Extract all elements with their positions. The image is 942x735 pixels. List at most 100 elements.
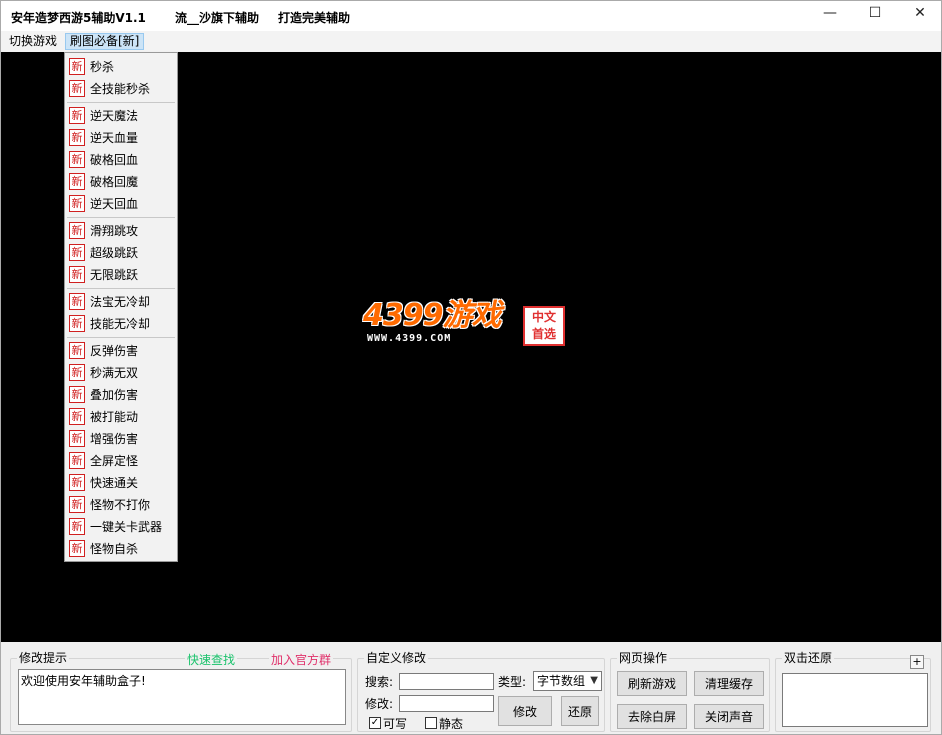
dropdown-item[interactable]: 新逆天血量 [69,127,138,147]
new-badge-icon: 新 [69,363,85,381]
web-ops-group: 网页操作 刷新游戏 清理缓存 去除白屏 关闭声音 [610,651,770,732]
new-badge-icon: 新 [69,385,85,403]
new-badge-icon: 新 [69,150,85,168]
modify-button[interactable]: 修改 [498,696,552,726]
menu-brush-essentials[interactable]: 刷图必备[新] [65,33,145,50]
close-icon: ✕ [914,5,926,21]
bottom-panel: 修改提示 快速查找 加入官方群 欢迎使用安年辅助盒子! 自定义修改 搜索: 类型… [0,642,942,735]
dropdown-item[interactable]: 新破格回血 [69,149,138,169]
dropdown-item[interactable]: 新逆天魔法 [69,105,138,125]
search-input[interactable] [399,673,494,690]
dropdown-item-label: 怪物自杀 [90,541,139,556]
restore-button[interactable]: 还原 [561,696,599,726]
menu-switch-game[interactable]: 切换游戏 [5,33,61,50]
new-badge-icon: 新 [69,473,85,491]
new-badge-icon: 新 [69,172,85,190]
dropdown-item[interactable]: 新叠加伤害 [69,384,138,404]
logo-seal-text: 中文 首选 [531,310,556,341]
dropdown-item[interactable]: 新被打能动 [69,406,138,426]
restore-group-title: 双击还原 [782,651,835,665]
new-badge-icon: 新 [69,341,85,359]
dropdown-separator [67,102,175,103]
new-badge-icon: 新 [69,128,85,146]
dropdown-separator [67,217,175,218]
dropdown-item[interactable]: 新快速通关 [69,472,138,492]
search-label: 搜索: [365,675,394,689]
new-badge-icon: 新 [69,57,85,75]
dropdown-item[interactable]: 新秒杀 [69,56,114,76]
writable-checkbox[interactable]: ✓ [369,717,381,729]
hint-textarea[interactable]: 欢迎使用安年辅助盒子! [18,669,346,725]
custom-mod-title: 自定义修改 [364,651,429,665]
join-group-link[interactable]: 加入官方群 [269,651,334,668]
dropdown-item[interactable]: 新滑翔跳攻 [69,220,138,240]
dropdown-item-label: 一键关卡武器 [90,519,163,534]
dropdown-separator [67,288,175,289]
web-ops-title: 网页操作 [617,651,670,665]
new-badge-icon: 新 [69,265,85,283]
new-badge-icon: 新 [69,79,85,97]
new-badge-icon: 新 [69,517,85,535]
dropdown-item[interactable]: 新全屏定怪 [69,450,138,470]
dropdown-item[interactable]: 新技能无冷却 [69,313,150,333]
maximize-icon: ☐ [868,5,882,21]
dropdown-item[interactable]: 新破格回魔 [69,171,138,191]
dropdown-item[interactable]: 新法宝无冷却 [69,291,150,311]
add-button[interactable]: + [910,655,924,669]
dropdown-item[interactable]: 新超级跳跃 [69,242,138,262]
check-icon: ✓ [370,717,380,728]
dropdown-item[interactable]: 新逆天回血 [69,193,138,213]
title-bar: 安年造梦西游5辅助V1.1 流__沙旗下辅助 打造完美辅助 — ☐ ✕ [0,0,942,31]
dropdown-item-label: 超级跳跃 [90,245,139,260]
clear-cache-button[interactable]: 清理缓存 [694,671,764,696]
dropdown-item-label: 秒杀 [90,59,115,74]
new-badge-icon: 新 [69,221,85,239]
type-select[interactable]: 字节数组 ▼ [533,671,602,691]
plus-icon: + [912,655,922,668]
new-badge-icon: 新 [69,429,85,447]
dropdown-item-label: 增强伤害 [90,431,139,446]
close-button[interactable]: ✕ [897,1,942,25]
hint-message: 欢迎使用安年辅助盒子! [21,674,146,688]
dropdown-item[interactable]: 新一键关卡武器 [69,516,162,536]
static-checkbox[interactable] [425,717,437,729]
dropdown-item-label: 叠加伤害 [90,387,139,402]
logo-seal: 中文 首选 [523,306,565,346]
dropdown-item[interactable]: 新怪物不打你 [69,494,150,514]
menu-bar: 切换游戏 刷图必备[新] [0,31,942,52]
dropdown-item-label: 逆天血量 [90,130,139,145]
mute-button[interactable]: 关闭声音 [694,704,764,729]
dropdown-item[interactable]: 新全技能秒杀 [69,78,150,98]
dropdown-item-label: 全屏定怪 [90,453,139,468]
new-badge-icon: 新 [69,106,85,124]
dropdown-item-label: 破格回血 [90,152,139,167]
type-label: 类型: [498,675,527,689]
remove-white-screen-button[interactable]: 去除白屏 [617,704,687,729]
dropdown-item-label: 快速通关 [90,475,139,490]
chevron-down-icon: ▼ [590,675,598,686]
minimize-button[interactable]: — [807,1,853,25]
dropdown-item-label: 技能无冷却 [90,316,151,331]
maximize-button[interactable]: ☐ [852,1,898,25]
type-selected: 字节数组 [537,674,586,688]
new-badge-icon: 新 [69,194,85,212]
dropdown-item[interactable]: 新无限跳跃 [69,264,138,284]
logo-url: WWW.4399.COM [367,333,452,344]
dropdown-item-label: 无限跳跃 [90,267,139,282]
hint-group: 修改提示 快速查找 加入官方群 欢迎使用安年辅助盒子! [10,651,352,732]
static-label: 静态 [439,717,464,731]
restore-group: 双击还原 + [775,651,931,732]
dropdown-item[interactable]: 新增强伤害 [69,428,138,448]
dropdown-item-label: 秒满无双 [90,365,139,380]
dropdown-item-label: 全技能秒杀 [90,81,151,96]
dropdown-item[interactable]: 新秒满无双 [69,362,138,382]
refresh-game-button[interactable]: 刷新游戏 [617,671,687,696]
quick-find-link[interactable]: 快速查找 [185,651,238,668]
modify-input[interactable] [399,695,494,712]
dropdown-item[interactable]: 新怪物自杀 [69,538,138,558]
new-badge-icon: 新 [69,292,85,310]
writable-label: 可写 [383,717,408,731]
game-logo: 4399游戏 WWW.4399.COM 中文 首选 [363,300,568,350]
dropdown-item[interactable]: 新反弹伤害 [69,340,138,360]
restore-listbox[interactable] [782,673,928,727]
